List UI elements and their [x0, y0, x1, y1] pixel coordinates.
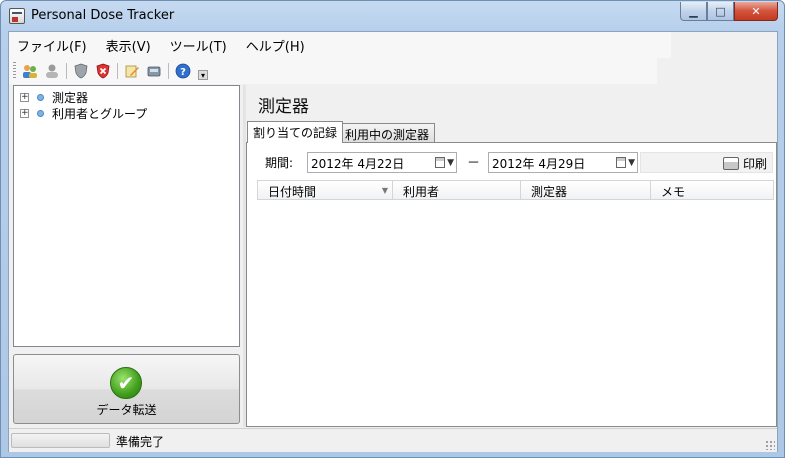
tree-item-devices[interactable]: + 測定器 — [20, 89, 88, 105]
toolbar-overflow-button[interactable]: ▾ — [198, 70, 208, 80]
calendar-icon — [616, 157, 627, 168]
date-range-separator: － — [467, 156, 481, 171]
column-header-device[interactable]: 測定器 — [521, 181, 651, 199]
content-pane: 測定器 割り当ての記録 利用中の測定器 期間: 2012年 4月22日 ▼ － … — [246, 85, 778, 427]
end-date-value: 2012年 4月29日 — [492, 157, 586, 171]
tree-item-users-groups[interactable]: + 利用者とグループ — [20, 105, 147, 121]
print-button[interactable]: 印刷 — [722, 155, 767, 172]
help-icon[interactable]: ? — [174, 62, 192, 80]
menu-file[interactable]: ファイル(F) — [17, 34, 87, 57]
print-label: 印刷 — [742, 157, 767, 171]
column-header-user[interactable]: 利用者 — [393, 181, 521, 199]
shield-red-icon[interactable] — [94, 62, 112, 80]
window-title: Personal Dose Tracker — [31, 8, 175, 23]
column-header-datetime[interactable]: 日付時間 ▼ — [258, 181, 393, 199]
tree-item-label: 利用者とグループ — [52, 106, 148, 121]
maximize-button[interactable]: □ — [707, 2, 734, 21]
data-transfer-label: データ転送 — [96, 403, 157, 417]
toolbar: ? ▾ — [9, 58, 657, 84]
shield-icon[interactable] — [72, 62, 90, 80]
printer-icon — [722, 157, 739, 170]
start-date-dropdown[interactable]: ▼ — [428, 155, 454, 170]
end-date-dropdown[interactable]: ▼ — [609, 155, 635, 170]
toolbar-grip[interactable] — [13, 62, 16, 80]
menu-help[interactable]: ヘルプ(H) — [246, 34, 305, 57]
menu-bar: ファイル(F) 表示(V) ツール(T) ヘルプ(H) — [9, 32, 671, 58]
toolbar-separator — [168, 63, 169, 79]
resize-grip[interactable] — [765, 440, 775, 450]
users-icon[interactable] — [21, 62, 39, 80]
status-bar: 準備完了 — [9, 428, 777, 452]
user-gray-icon[interactable] — [43, 62, 61, 80]
title-bar[interactable]: Personal Dose Tracker ▁ □ ✕ — [1, 1, 784, 31]
client-area: ファイル(F) 表示(V) ツール(T) ヘルプ(H) ? ▾ + 測定器 + … — [8, 31, 778, 452]
svg-text:?: ? — [180, 67, 186, 78]
toolbar-separator — [117, 63, 118, 79]
minimize-button[interactable]: ▁ — [680, 2, 707, 21]
end-date-picker[interactable]: 2012年 4月29日 ▼ — [488, 152, 638, 173]
column-header-memo[interactable]: メモ — [651, 181, 773, 199]
page-title: 測定器 — [258, 97, 309, 117]
period-label: 期間: — [265, 156, 294, 170]
node-icon — [37, 109, 44, 117]
calendar-icon — [435, 157, 446, 168]
tab-content: 期間: 2012年 4月22日 ▼ － 2012年 4月29日 ▼ 印刷 日付時… — [246, 142, 777, 427]
data-transfer-button[interactable]: ✔ データ転送 — [13, 354, 240, 424]
navigation-tree[interactable]: + 測定器 + 利用者とグループ — [13, 85, 240, 347]
toolbar-separator — [66, 63, 67, 79]
progress-bar — [11, 433, 110, 448]
check-icon: ✔ — [110, 367, 142, 399]
print-toolbar: 印刷 — [640, 152, 773, 173]
tab-devices-in-use[interactable]: 利用中の測定器 — [339, 123, 436, 142]
menu-view[interactable]: 表示(V) — [106, 34, 151, 57]
column-label: 日付時間 — [268, 185, 317, 199]
status-text: 準備完了 — [116, 435, 165, 449]
sort-descending-icon: ▼ — [381, 186, 388, 195]
tree-item-label: 測定器 — [52, 90, 89, 105]
expand-icon[interactable]: + — [20, 108, 29, 118]
close-button[interactable]: ✕ — [734, 2, 778, 21]
app-icon — [9, 8, 25, 24]
device-icon[interactable] — [145, 62, 163, 80]
start-date-value: 2012年 4月22日 — [311, 157, 405, 171]
app-window: Personal Dose Tracker ▁ □ ✕ ファイル(F) 表示(V… — [0, 0, 785, 458]
records-table-header: 日付時間 ▼ 利用者 測定器 メモ — [257, 180, 774, 200]
tab-assignment-records[interactable]: 割り当ての記録 — [247, 121, 344, 143]
node-icon — [37, 93, 44, 101]
window-controls: ▁ □ ✕ — [680, 2, 778, 21]
start-date-picker[interactable]: 2012年 4月22日 ▼ — [307, 152, 457, 173]
edit-icon[interactable] — [123, 62, 141, 80]
menu-tools[interactable]: ツール(T) — [170, 34, 227, 57]
expand-icon[interactable]: + — [20, 92, 29, 102]
